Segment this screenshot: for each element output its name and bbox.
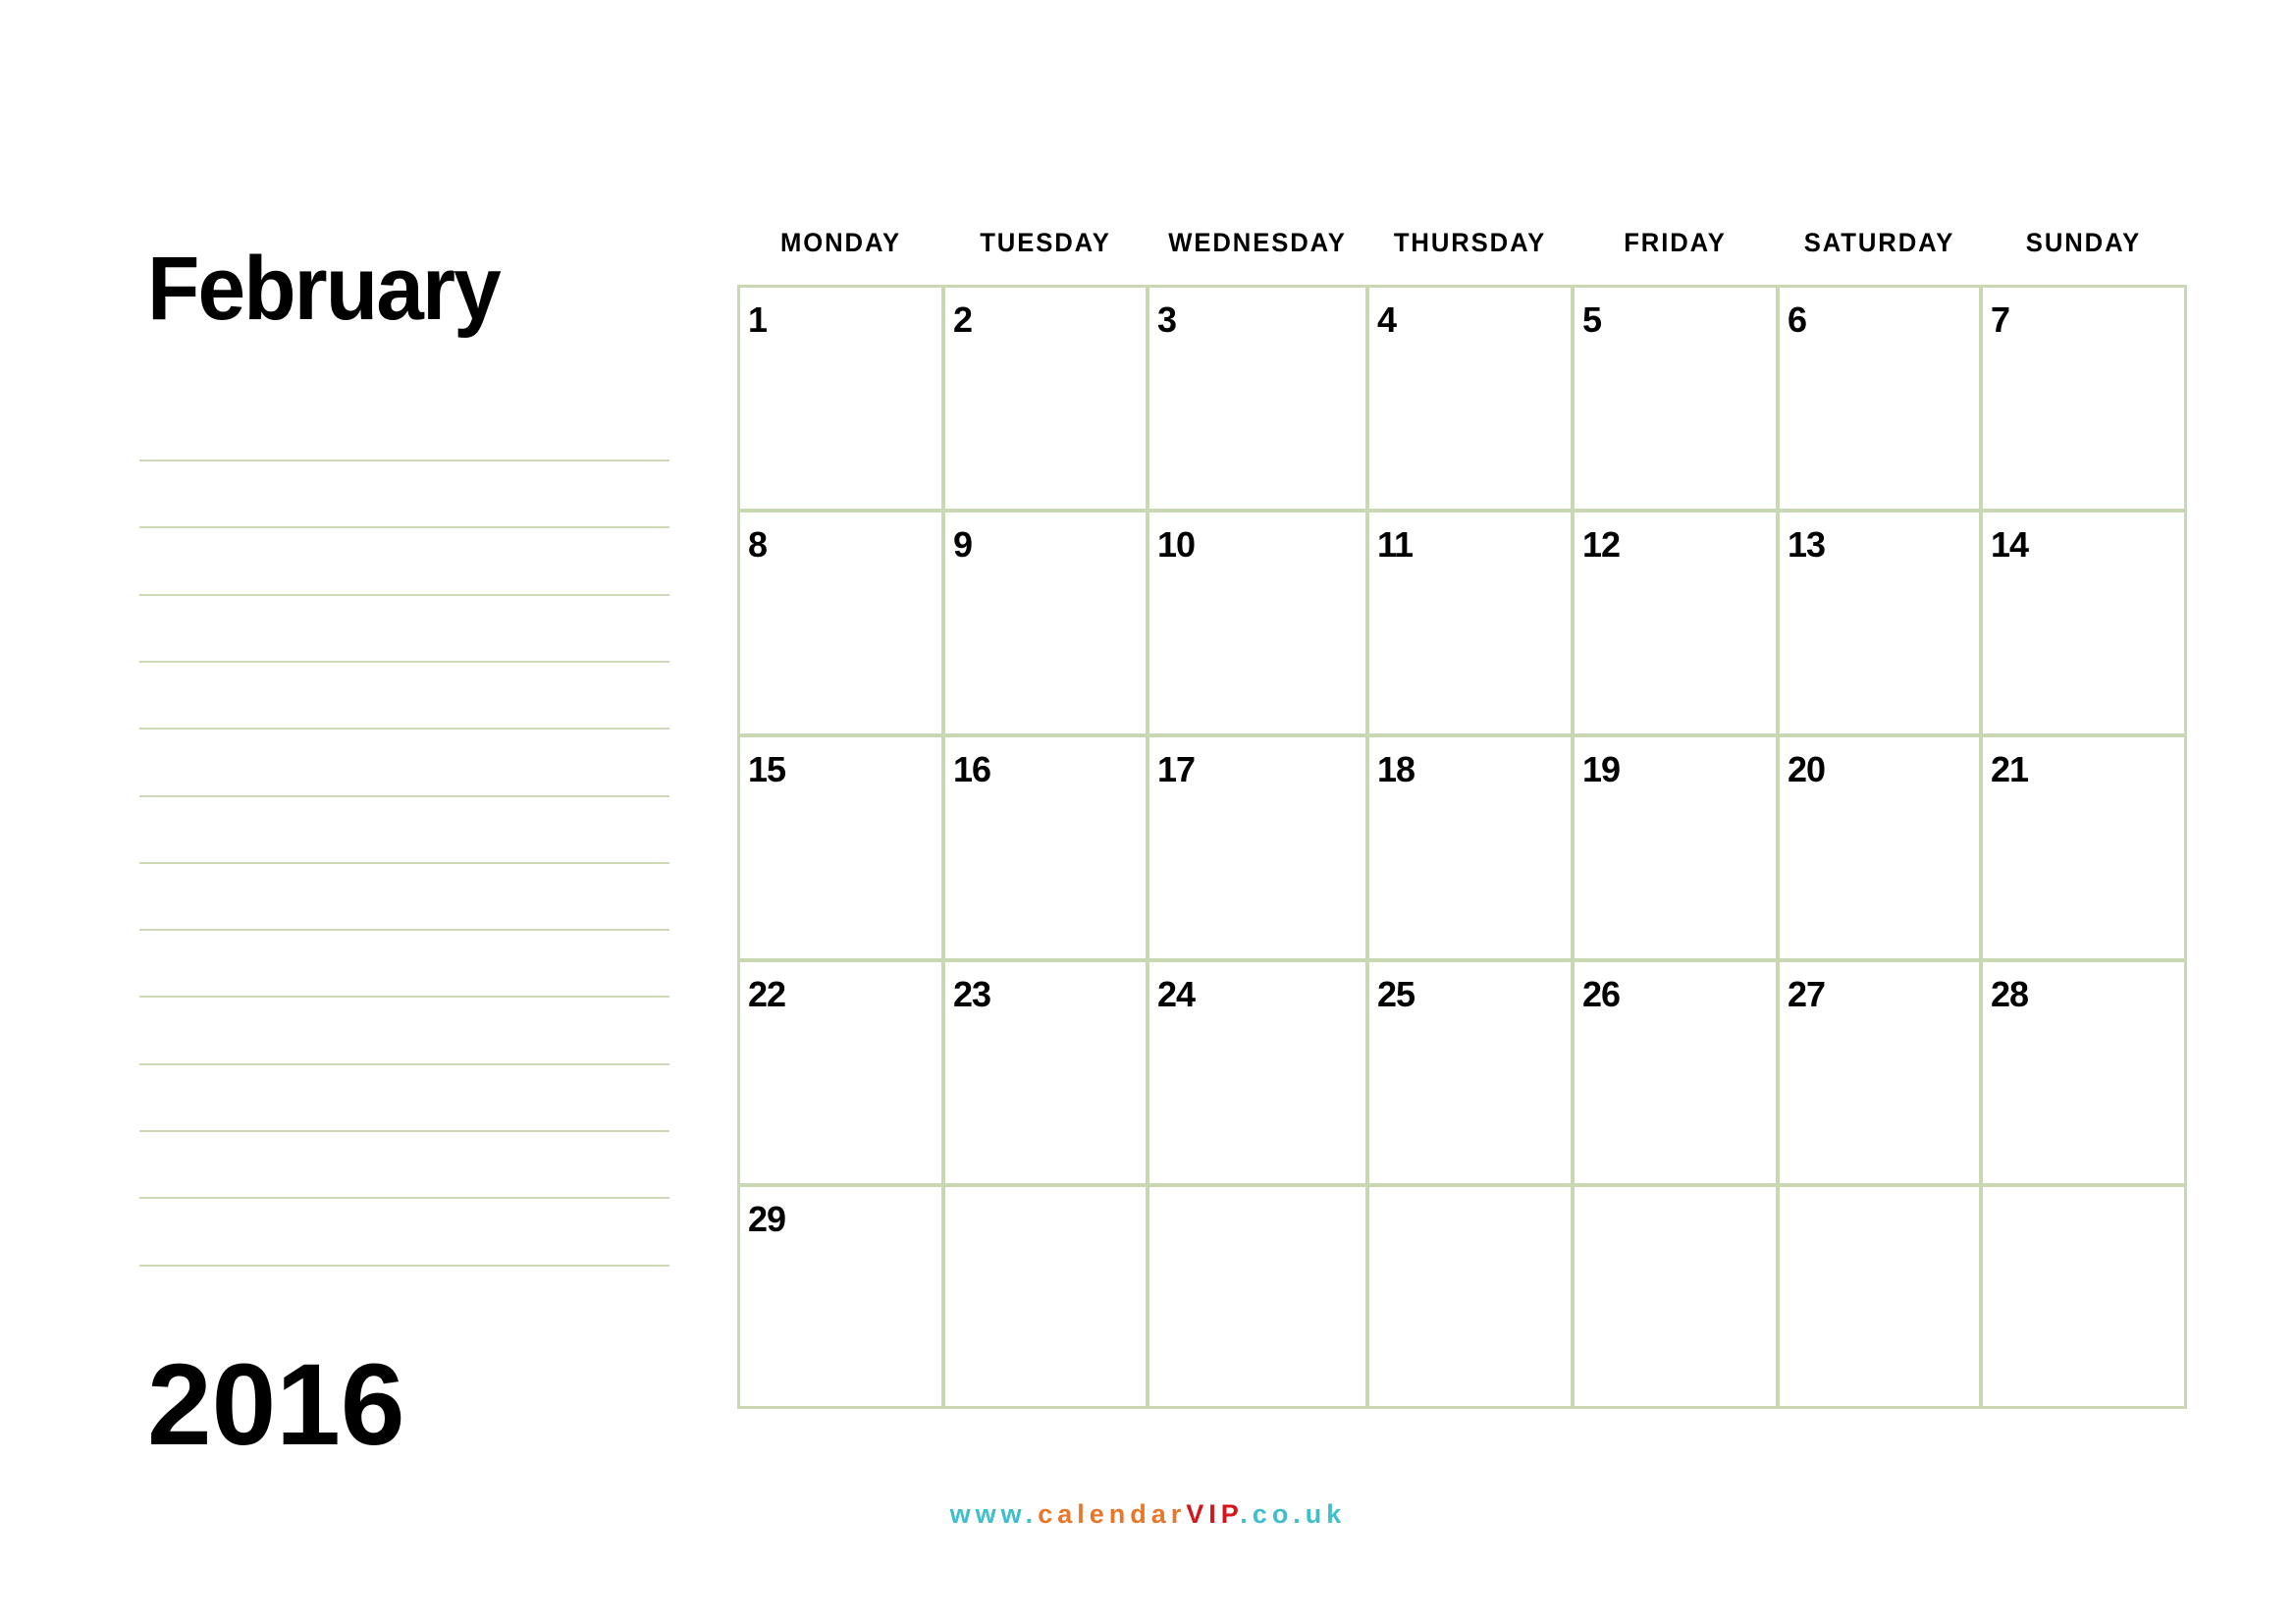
day-cell[interactable]: 4 bbox=[1366, 285, 1574, 512]
day-cell[interactable]: 25 bbox=[1366, 959, 1574, 1186]
day-cell[interactable] bbox=[942, 1184, 1148, 1409]
day-cell[interactable]: 18 bbox=[1366, 734, 1574, 961]
day-number: 16 bbox=[953, 749, 991, 789]
day-cell[interactable]: 16 bbox=[942, 734, 1148, 961]
day-number: 18 bbox=[1377, 749, 1415, 789]
day-cell[interactable] bbox=[1147, 1184, 1368, 1409]
day-number: 11 bbox=[1377, 524, 1414, 565]
day-number: 10 bbox=[1157, 524, 1196, 565]
day-cell[interactable]: 27 bbox=[1777, 959, 1982, 1186]
day-cell[interactable]: 28 bbox=[1980, 959, 2187, 1186]
weekday-monday: MONDAY bbox=[779, 228, 902, 257]
day-cell[interactable]: 29 bbox=[737, 1184, 944, 1409]
day-number: 20 bbox=[1788, 749, 1826, 789]
footer-url-suffix: .co.uk bbox=[1240, 1499, 1347, 1529]
footer-url-vip: VIP bbox=[1186, 1499, 1241, 1529]
day-cell[interactable]: 1 bbox=[737, 285, 944, 512]
notes-line bbox=[139, 862, 669, 864]
day-number: 8 bbox=[748, 524, 768, 565]
notes-line bbox=[139, 795, 669, 797]
day-number: 29 bbox=[748, 1199, 786, 1239]
day-cell[interactable]: 14 bbox=[1980, 510, 2187, 736]
day-cell[interactable]: 2 bbox=[942, 285, 1148, 512]
footer-url-prefix: www. bbox=[949, 1499, 1039, 1529]
day-number: 19 bbox=[1582, 749, 1621, 789]
notes-line bbox=[139, 1197, 669, 1199]
day-number: 3 bbox=[1157, 299, 1177, 340]
day-cell[interactable]: 5 bbox=[1572, 285, 1779, 512]
weekday-tuesday: TUESDAY bbox=[980, 228, 1111, 257]
day-number: 13 bbox=[1788, 524, 1826, 565]
notes-line bbox=[139, 728, 669, 730]
day-number: 9 bbox=[953, 524, 973, 565]
notes-line bbox=[139, 661, 669, 663]
day-cell[interactable] bbox=[1572, 1184, 1779, 1409]
day-cell[interactable]: 20 bbox=[1777, 734, 1982, 961]
day-number: 1 bbox=[748, 299, 768, 340]
day-number: 26 bbox=[1582, 974, 1621, 1014]
day-cell[interactable]: 17 bbox=[1147, 734, 1368, 961]
notes-line bbox=[139, 929, 669, 931]
day-number: 12 bbox=[1582, 524, 1621, 565]
day-cell[interactable]: 7 bbox=[1980, 285, 2187, 512]
weekday-saturday: SATURDAY bbox=[1803, 228, 1955, 257]
notes-line bbox=[139, 1265, 669, 1267]
day-number: 17 bbox=[1157, 749, 1196, 789]
day-number: 25 bbox=[1377, 974, 1415, 1014]
day-cell[interactable]: 13 bbox=[1777, 510, 1982, 736]
day-cell[interactable] bbox=[1366, 1184, 1574, 1409]
weekday-friday: FRIDAY bbox=[1624, 228, 1727, 257]
year-title: 2016 bbox=[147, 1340, 405, 1470]
day-cell[interactable]: 6 bbox=[1777, 285, 1982, 512]
notes-line bbox=[139, 526, 669, 528]
notes-line bbox=[139, 996, 669, 998]
notes-line bbox=[139, 1130, 669, 1132]
day-number: 22 bbox=[748, 974, 786, 1014]
day-number: 5 bbox=[1582, 299, 1602, 340]
day-cell[interactable]: 10 bbox=[1147, 510, 1368, 736]
day-number: 6 bbox=[1788, 299, 1807, 340]
day-number: 2 bbox=[953, 299, 973, 340]
day-cell[interactable]: 26 bbox=[1572, 959, 1779, 1186]
day-cell[interactable]: 24 bbox=[1147, 959, 1368, 1186]
day-cell[interactable] bbox=[1980, 1184, 2187, 1409]
weekday-thursday: THURSDAY bbox=[1393, 228, 1547, 257]
notes-line bbox=[139, 460, 669, 461]
day-cell[interactable]: 11 bbox=[1366, 510, 1574, 736]
day-cell[interactable]: 19 bbox=[1572, 734, 1779, 961]
day-number: 15 bbox=[748, 749, 786, 789]
weekday-sunday: SUNDAY bbox=[2025, 228, 2142, 257]
day-number: 27 bbox=[1788, 974, 1826, 1014]
notes-line bbox=[139, 1063, 669, 1065]
day-cell[interactable]: 23 bbox=[942, 959, 1148, 1186]
day-number: 21 bbox=[1991, 749, 2029, 789]
footer-url[interactable]: www.calendarVIP.co.uk bbox=[0, 1499, 2296, 1530]
day-number: 23 bbox=[953, 974, 991, 1014]
day-number: 4 bbox=[1377, 299, 1397, 340]
weekday-wednesday: WEDNESDAY bbox=[1168, 228, 1347, 257]
day-cell[interactable]: 12 bbox=[1572, 510, 1779, 736]
day-cell[interactable]: 3 bbox=[1147, 285, 1368, 512]
month-title: February bbox=[147, 239, 502, 339]
day-number: 24 bbox=[1157, 974, 1196, 1014]
day-cell[interactable]: 15 bbox=[737, 734, 944, 961]
day-cell[interactable]: 8 bbox=[737, 510, 944, 736]
notes-line bbox=[139, 594, 669, 596]
day-number: 28 bbox=[1991, 974, 2029, 1014]
day-cell[interactable]: 9 bbox=[942, 510, 1148, 736]
day-cell[interactable] bbox=[1777, 1184, 1982, 1409]
day-number: 14 bbox=[1991, 524, 2029, 565]
day-number: 7 bbox=[1991, 299, 2010, 340]
day-cell[interactable]: 22 bbox=[737, 959, 944, 1186]
day-cell[interactable]: 21 bbox=[1980, 734, 2187, 961]
footer-url-brand: calendar bbox=[1038, 1499, 1187, 1529]
